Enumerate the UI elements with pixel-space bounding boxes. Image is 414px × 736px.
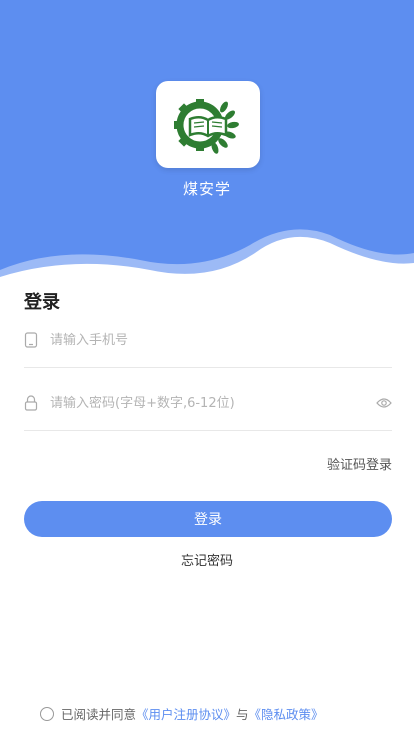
password-input[interactable] (48, 394, 374, 412)
phone-field[interactable] (24, 313, 392, 368)
lock-icon (24, 395, 40, 411)
header-banner: 煤安学 (0, 0, 414, 290)
code-login-link[interactable]: 验证码登录 (327, 454, 392, 473)
forgot-password-link[interactable]: 忘记密码 (0, 550, 414, 569)
app-name: 煤安学 (182, 180, 231, 198)
phone-icon (24, 332, 40, 348)
agreement-prefix: 已阅读并同意 (61, 707, 137, 722)
privacy-policy-link[interactable]: 《隐私政策》 (249, 704, 324, 723)
agreement-row: 已阅读并同意 《用户注册协议》 与 《隐私政策》 (40, 704, 324, 723)
phone-input[interactable] (48, 331, 392, 349)
app-logo (156, 81, 260, 168)
agreement-conj: 与 (236, 707, 249, 722)
login-title: 登录 (24, 292, 60, 313)
wave-decoration (0, 229, 414, 290)
book-gear-logo-icon (174, 98, 239, 154)
login-button[interactable]: 登录 (24, 501, 392, 537)
password-field[interactable] (24, 376, 392, 431)
eye-icon[interactable] (374, 394, 392, 412)
agree-checkbox[interactable] (40, 706, 54, 721)
user-agreement-link[interactable]: 《用户注册协议》 (136, 704, 236, 723)
